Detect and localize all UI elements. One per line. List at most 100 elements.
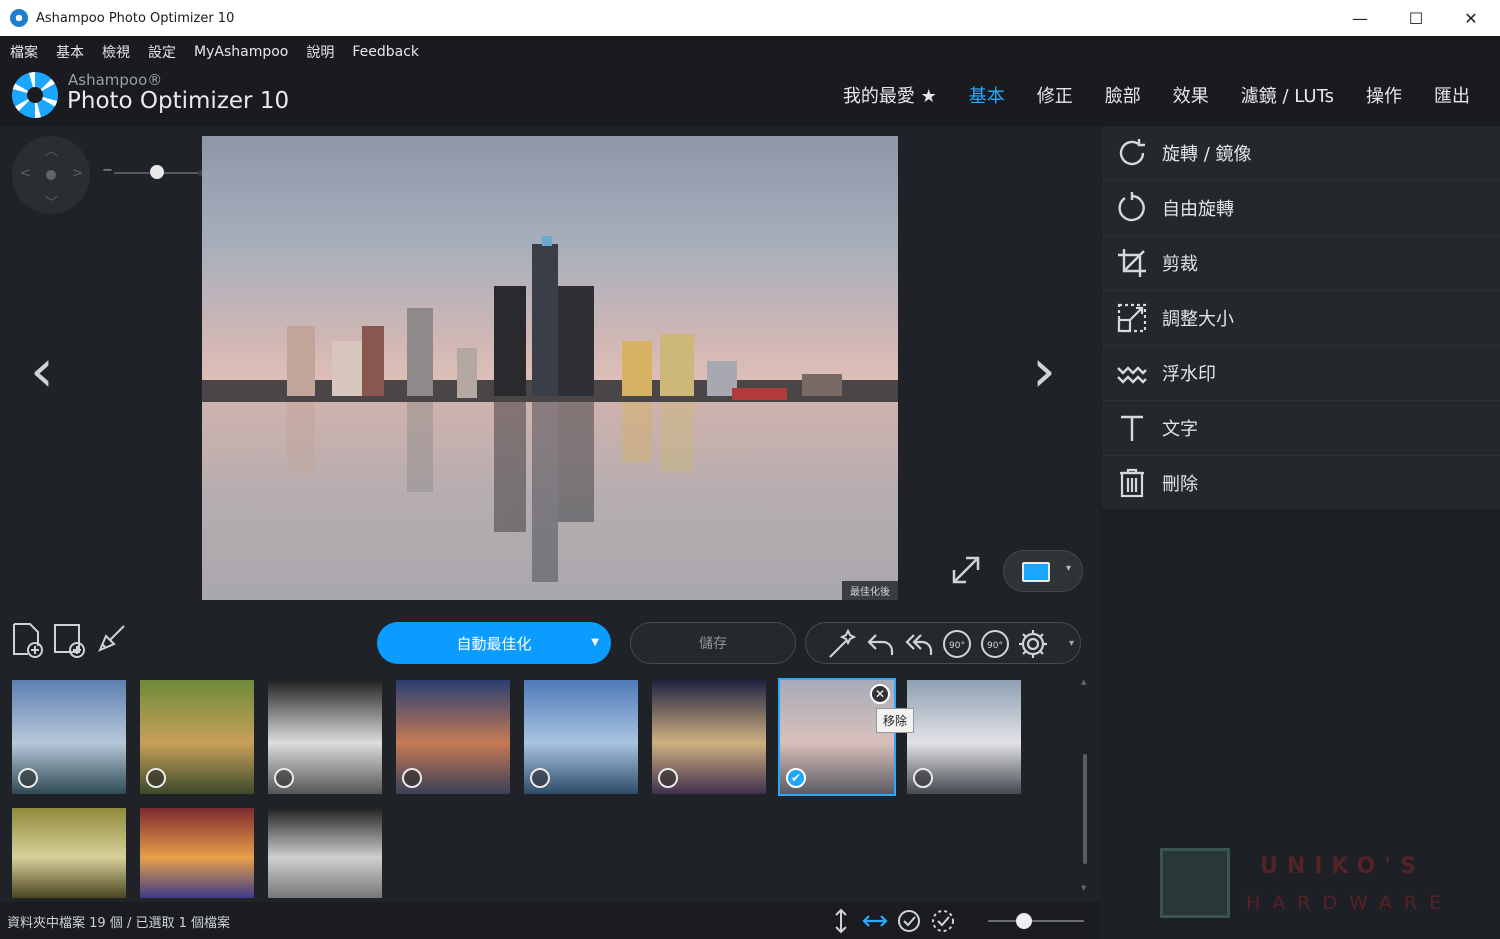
menu-file[interactable]: 檔案 (10, 42, 38, 62)
minimize-button[interactable]: — (1332, 0, 1388, 36)
zoom-out-icon[interactable]: − (102, 163, 113, 178)
pan-up-icon: ︿ (45, 144, 59, 159)
scroll-up-icon[interactable]: ▲ (1081, 678, 1086, 686)
tab-export[interactable]: 匯出 (1434, 82, 1470, 108)
remove-thumbnail-icon[interactable]: ✕ (870, 684, 890, 704)
app-header: Ashampoo® Photo Optimizer 10 我的最愛 ★ 基本 修… (0, 68, 1500, 126)
action-toolbar: 自動最佳化 ▼ 儲存 90° 90° ▾ (0, 610, 1100, 670)
select-circle-icon[interactable] (274, 768, 294, 788)
zoom-knob[interactable] (150, 165, 164, 179)
single-view-icon (1022, 562, 1050, 582)
menu-myashampoo[interactable]: MyAshampoo (194, 44, 288, 60)
tab-actions[interactable]: 操作 (1366, 82, 1402, 108)
ashampoo-logo-icon (12, 72, 58, 118)
tab-filters-luts[interactable]: 濾鏡 / LUTs (1241, 82, 1334, 108)
rotate-mirror-icon (1114, 135, 1150, 171)
svg-text:90°: 90° (987, 641, 1003, 651)
menu-feedback[interactable]: Feedback (352, 44, 419, 60)
sidepanel-item-label: 刪除 (1162, 474, 1198, 495)
fullscreen-icon[interactable] (950, 554, 984, 588)
tools-dropdown-icon[interactable]: ▾ (1069, 638, 1074, 649)
select-circle-icon[interactable] (658, 768, 678, 788)
thumbnail-item-selected[interactable]: ✔ ✕ (778, 678, 896, 796)
add-folder-icon[interactable] (52, 622, 86, 658)
view-dropdown-icon[interactable]: ▾ (1066, 563, 1071, 574)
previous-image-button[interactable]: ‹ (30, 336, 54, 406)
magic-wand-icon[interactable] (826, 627, 860, 661)
menu-view[interactable]: 檢視 (102, 42, 130, 62)
brand-title: Photo Optimizer 10 (67, 88, 290, 114)
clear-list-icon[interactable] (94, 622, 128, 658)
title-bar: Ashampoo Photo Optimizer 10 — ☐ ✕ (0, 0, 1500, 36)
next-image-button[interactable]: › (1032, 336, 1056, 406)
pan-joystick[interactable]: ︿ ﹀ < > (12, 136, 90, 214)
view-mode-toggle[interactable]: ▾ (1003, 550, 1083, 592)
undo-icon[interactable] (864, 627, 898, 661)
tab-basic[interactable]: 基本 (969, 82, 1005, 108)
watermark-logo-icon (1160, 848, 1230, 918)
scroll-down-icon[interactable]: ▼ (1081, 884, 1086, 892)
menu-settings[interactable]: 設定 (148, 42, 176, 62)
thumbnail-item[interactable] (268, 680, 382, 794)
sidepanel-item-text[interactable]: 文字 (1102, 401, 1500, 456)
select-all-icon[interactable] (896, 908, 922, 934)
add-file-icon[interactable] (10, 622, 44, 658)
brand-small: Ashampoo® (68, 71, 163, 89)
select-circle-icon[interactable] (18, 768, 38, 788)
auto-optimize-button[interactable]: 自動最佳化 ▼ (377, 622, 611, 664)
fit-horizontal-icon[interactable] (862, 908, 888, 934)
thumbnail-size-slider[interactable] (988, 913, 1084, 929)
thumbnail-item[interactable] (396, 680, 510, 794)
auto-optimize-dropdown-icon[interactable]: ▼ (591, 637, 599, 648)
menu-bar: 檔案 基本 檢視 設定 MyAshampoo 說明 Feedback (0, 36, 1500, 68)
rotate-right-90-icon[interactable]: 90° (978, 627, 1012, 661)
maximize-button[interactable]: ☐ (1388, 0, 1444, 36)
fit-vertical-icon[interactable] (828, 908, 854, 934)
select-circle-icon[interactable] (530, 768, 550, 788)
auto-optimize-label: 自動最佳化 (456, 634, 532, 653)
thumbnail-item[interactable] (140, 808, 254, 898)
sidepanel-item-label: 旋轉 / 鏡像 (1162, 144, 1252, 165)
sidepanel-item-watermark[interactable]: 浮水印 (1102, 346, 1500, 401)
rotate-left-90-icon[interactable]: 90° (940, 627, 974, 661)
tab-effects[interactable]: 效果 (1173, 82, 1209, 108)
thumbnail-item[interactable] (652, 680, 766, 794)
thumbnail-scrollbar[interactable]: ▲ ▼ (1081, 678, 1088, 894)
thumbnail-item[interactable] (140, 680, 254, 794)
thumbnail-size-knob[interactable] (1016, 913, 1032, 929)
thumbnail-item[interactable] (524, 680, 638, 794)
crop-icon (1114, 245, 1150, 281)
watermark-line2: HARDWARE (1246, 892, 1454, 914)
menu-basic[interactable]: 基本 (56, 42, 84, 62)
thumbnail-item[interactable] (907, 680, 1021, 794)
resize-icon (1114, 300, 1150, 336)
thumbnail-item[interactable] (268, 808, 382, 898)
scrollbar-thumb[interactable] (1083, 754, 1087, 864)
sidepanel-item-label: 調整大小 (1162, 309, 1234, 330)
thumbnail-item[interactable] (12, 680, 126, 794)
select-circle-icon[interactable] (146, 768, 166, 788)
deselect-all-icon[interactable] (930, 908, 956, 934)
settings-gear-icon[interactable] (1016, 627, 1050, 661)
tab-face[interactable]: 臉部 (1105, 82, 1141, 108)
image-viewer: ︿ ﹀ < > − + (0, 126, 1100, 623)
tab-favorites[interactable]: 我的最愛 ★ (843, 82, 937, 108)
sidepanel-item-rotate-mirror[interactable]: 旋轉 / 鏡像 (1102, 126, 1500, 181)
menu-help[interactable]: 說明 (306, 42, 334, 62)
thumbnail-item[interactable] (12, 808, 126, 898)
save-button[interactable]: 儲存 (630, 622, 796, 664)
undo-all-icon[interactable] (902, 627, 936, 661)
sidepanel-item-label: 自由旋轉 (1162, 199, 1234, 220)
sidepanel-item-crop[interactable]: 剪裁 (1102, 236, 1500, 291)
sidepanel-item-free-rotate[interactable]: 自由旋轉 (1102, 181, 1500, 236)
close-button[interactable]: ✕ (1443, 0, 1499, 36)
tab-correction[interactable]: 修正 (1037, 82, 1073, 108)
sidepanel-item-resize[interactable]: 調整大小 (1102, 291, 1500, 346)
select-circle-icon[interactable] (913, 768, 933, 788)
select-circle-icon[interactable] (402, 768, 422, 788)
sidepanel-item-delete[interactable]: 刪除 (1102, 456, 1500, 511)
skyline-graphic (202, 236, 898, 582)
site-watermark: UNIKO'S HARDWARE (1160, 848, 1441, 920)
pan-center-icon (46, 170, 56, 180)
pan-down-icon: ﹀ (45, 196, 59, 211)
